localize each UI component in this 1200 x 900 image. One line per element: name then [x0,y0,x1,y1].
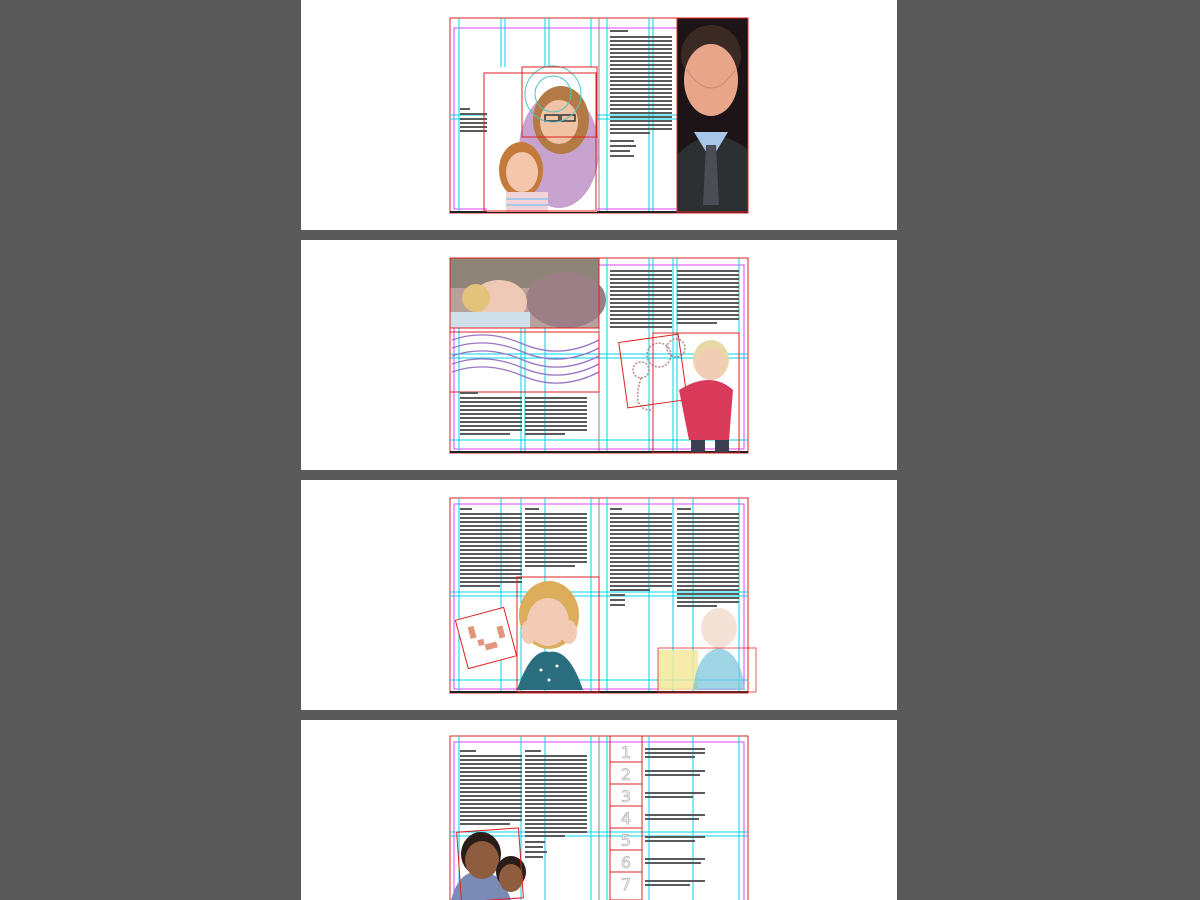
spread-3-canvas [449,497,757,694]
sleeping-newborn-photo[interactable] [449,257,606,329]
spread-page-1[interactable] [301,0,897,230]
step-number: 6 [621,853,631,872]
spread-page-4[interactable]: 1 2 3 4 5 6 7 [301,720,897,900]
step-number: 5 [621,831,631,850]
step-number: 7 [621,875,631,894]
girl-hands-on-cheeks-photo[interactable] [516,576,600,693]
spread-page-2[interactable] [301,240,897,470]
two-boys-smiling-photo[interactable] [451,827,526,900]
man-in-suit-portrait[interactable] [676,17,749,213]
step-number: 1 [621,743,631,762]
step-number: 4 [621,809,631,828]
toddler-with-stethoscope-photo[interactable] [618,332,740,454]
spread-page-3[interactable] [301,480,897,710]
yellow-note-box [658,650,698,690]
step-number: 3 [621,787,631,806]
smiley-frame [454,606,518,670]
spread-4-canvas: 1 2 3 4 5 6 7 [449,735,749,900]
spread-2-canvas [449,257,749,454]
mother-and-daughter-photo[interactable] [483,65,599,212]
spread-1-canvas [449,17,749,214]
step-number: 2 [621,765,631,784]
